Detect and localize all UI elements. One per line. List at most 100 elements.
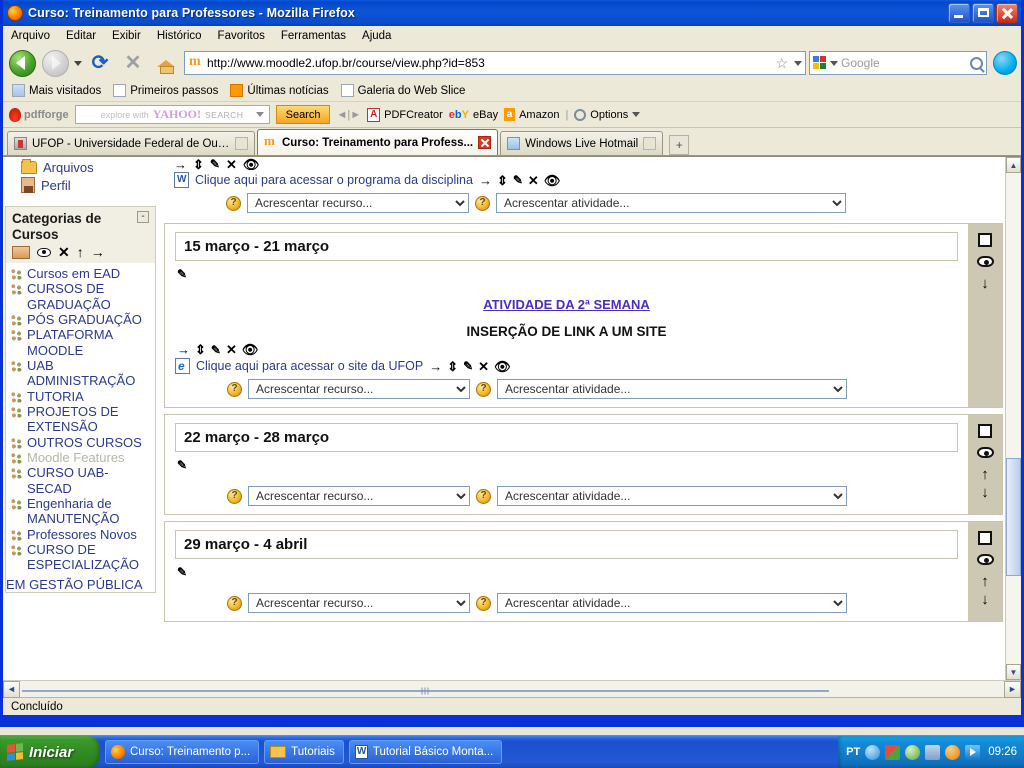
eye-icon[interactable]: [976, 447, 994, 458]
close-button[interactable]: [996, 3, 1018, 23]
reload-button[interactable]: ⟳: [85, 49, 115, 77]
move-icon[interactable]: ⇕: [497, 174, 508, 187]
eye-icon[interactable]: [976, 554, 994, 565]
edit-icon[interactable]: ✎: [177, 458, 187, 472]
help-icon[interactable]: ?: [475, 195, 490, 211]
stop-button[interactable]: ✕: [118, 49, 148, 77]
category-label[interactable]: Engenharia de MANUTENÇÃO: [27, 496, 151, 527]
new-tab-button[interactable]: +: [669, 135, 690, 155]
search-icon[interactable]: [970, 56, 983, 70]
list-item[interactable]: UAB ADMINISTRAÇÃO: [10, 358, 151, 389]
move-down-icon[interactable]: ↓: [981, 592, 989, 607]
edit-icon[interactable]: ✎: [210, 158, 220, 170]
scroll-right-button[interactable]: ►: [1004, 680, 1021, 698]
forward-button[interactable]: [40, 49, 70, 77]
list-item[interactable]: CURSO UAB-SECAD: [10, 465, 151, 496]
taskbar-button-firefox[interactable]: Curso: Treinamento p...: [105, 740, 260, 764]
scroll-track[interactable]: [1006, 173, 1021, 664]
section-summary-edit[interactable]: ✎: [175, 452, 958, 474]
delete-icon[interactable]: ✕: [58, 245, 70, 259]
category-label[interactable]: PLATAFORMA MOODLE: [27, 327, 151, 358]
category-label[interactable]: OUTROS CURSOS: [27, 435, 142, 450]
list-item[interactable]: Moodle Features: [10, 450, 151, 465]
address-dropdown-icon[interactable]: [794, 60, 802, 66]
sidebar-item-label[interactable]: Perfil: [41, 178, 71, 193]
move-icon[interactable]: ⇕: [195, 343, 206, 356]
hide-eye-icon[interactable]: 👁: [494, 360, 511, 373]
indent-right-icon[interactable]: →: [429, 360, 442, 373]
list-item[interactable]: OUTROS CURSOS: [10, 435, 151, 450]
category-label[interactable]: PROJETOS DE EXTENSÃO: [27, 404, 151, 435]
search-button[interactable]: Search: [275, 105, 331, 124]
help-icon[interactable]: ?: [476, 381, 491, 397]
category-label[interactable]: TUTORIA: [27, 389, 84, 404]
highlight-square-icon[interactable]: [978, 233, 992, 247]
indent-right-icon[interactable]: →: [177, 343, 190, 356]
move-down-icon[interactable]: ↓: [981, 485, 989, 500]
menu-arquivo[interactable]: Arquivo: [11, 30, 50, 42]
tab-close-icon[interactable]: [478, 136, 492, 149]
section-summary-edit[interactable]: ✎: [175, 261, 958, 283]
hscroll-thumb[interactable]: [22, 687, 829, 695]
scroll-thumb[interactable]: [1006, 457, 1021, 576]
pdfcreator-button[interactable]: PDFCreator: [367, 107, 443, 122]
edit-icon[interactable]: ✎: [463, 360, 473, 372]
list-item[interactable]: TUTORIA: [10, 389, 151, 404]
hide-eye-icon[interactable]: 👁: [242, 343, 259, 356]
menu-ferramentas[interactable]: Ferramentas: [281, 30, 346, 42]
skype-icon[interactable]: [993, 51, 1017, 75]
category-label[interactable]: CURSO DE ESPECIALIZAÇÃO: [27, 542, 151, 573]
bookmark-primeiros-passos[interactable]: Primeiros passos: [110, 83, 224, 98]
sidebar-item-arquivos[interactable]: Arquivos: [21, 159, 154, 176]
menu-exibir[interactable]: Exibir: [112, 30, 141, 42]
category-label[interactable]: Cursos em EAD: [27, 266, 120, 281]
ebay-button[interactable]: ebY eBay: [449, 109, 498, 121]
language-indicator[interactable]: PT: [846, 746, 860, 758]
add-activity-select[interactable]: Acrescentar atividade...: [497, 379, 847, 399]
sidebar-item-perfil[interactable]: Perfil: [21, 176, 154, 194]
move-up-icon[interactable]: ↑: [981, 574, 989, 589]
category-label[interactable]: PÓS GRADUAÇÃO: [27, 312, 142, 327]
category-label[interactable]: CURSO UAB-SECAD: [27, 465, 151, 496]
list-item[interactable]: CURSO DE ESPECIALIZAÇÃO: [10, 542, 151, 573]
highlight-square-icon[interactable]: [978, 531, 992, 545]
move-up-icon[interactable]: ↑: [981, 467, 989, 482]
category-label[interactable]: UAB ADMINISTRAÇÃO: [27, 358, 151, 389]
minimize-button[interactable]: [948, 3, 970, 23]
scroll-left-button[interactable]: ◄: [3, 680, 20, 698]
maximize-button[interactable]: [972, 3, 994, 23]
add-resource-select[interactable]: Acrescentar recurso...: [248, 379, 470, 399]
delete-icon[interactable]: ✕: [528, 174, 539, 187]
move-up-icon[interactable]: ↑: [77, 245, 84, 259]
menu-favoritos[interactable]: Favoritos: [218, 30, 265, 42]
resource-label[interactable]: Clique aqui para acessar o site da UFOP: [196, 359, 423, 373]
delete-icon[interactable]: ✕: [226, 158, 237, 171]
list-item[interactable]: Cursos em EAD: [10, 266, 151, 282]
scroll-up-button[interactable]: ▲: [1006, 157, 1021, 173]
highlight-square-icon[interactable]: [978, 424, 992, 438]
tab-close-icon[interactable]: [235, 137, 248, 150]
hide-eye-icon[interactable]: 👁: [243, 158, 260, 171]
amazon-button[interactable]: a Amazon: [504, 108, 559, 121]
edit-icon[interactable]: ✎: [177, 565, 187, 579]
menu-ajuda[interactable]: Ajuda: [362, 30, 391, 42]
security-icon[interactable]: [905, 744, 921, 760]
resource-label[interactable]: Clique aqui para acessar o programa da d…: [195, 173, 473, 187]
bookmark-ultimas-noticias[interactable]: Últimas notícias: [227, 83, 334, 98]
category-label[interactable]: CURSOS DE GRADUAÇÃO: [27, 281, 151, 312]
indent-right-icon[interactable]: →: [174, 158, 187, 171]
vertical-scrollbar[interactable]: ▲ ▼: [1005, 157, 1021, 680]
eye-icon[interactable]: [37, 247, 51, 257]
search-engine-dropdown-icon[interactable]: [830, 60, 838, 66]
activity-link-row[interactable]: ATIVIDADE DA 2ª SEMANA: [175, 283, 958, 314]
move-icon[interactable]: ⇕: [193, 158, 204, 171]
eye-icon[interactable]: [976, 256, 994, 267]
scroll-down-button[interactable]: ▼: [1006, 664, 1021, 680]
add-resource-select[interactable]: Acrescentar recurso...: [248, 486, 470, 506]
category-label[interactable]: Professores Novos: [27, 527, 137, 542]
search-input[interactable]: Google: [841, 56, 967, 70]
group-icon[interactable]: [12, 245, 30, 259]
add-activity-select[interactable]: Acrescentar atividade...: [496, 193, 846, 213]
move-down-icon[interactable]: ↓: [981, 276, 989, 291]
options-button[interactable]: Options: [574, 108, 641, 121]
